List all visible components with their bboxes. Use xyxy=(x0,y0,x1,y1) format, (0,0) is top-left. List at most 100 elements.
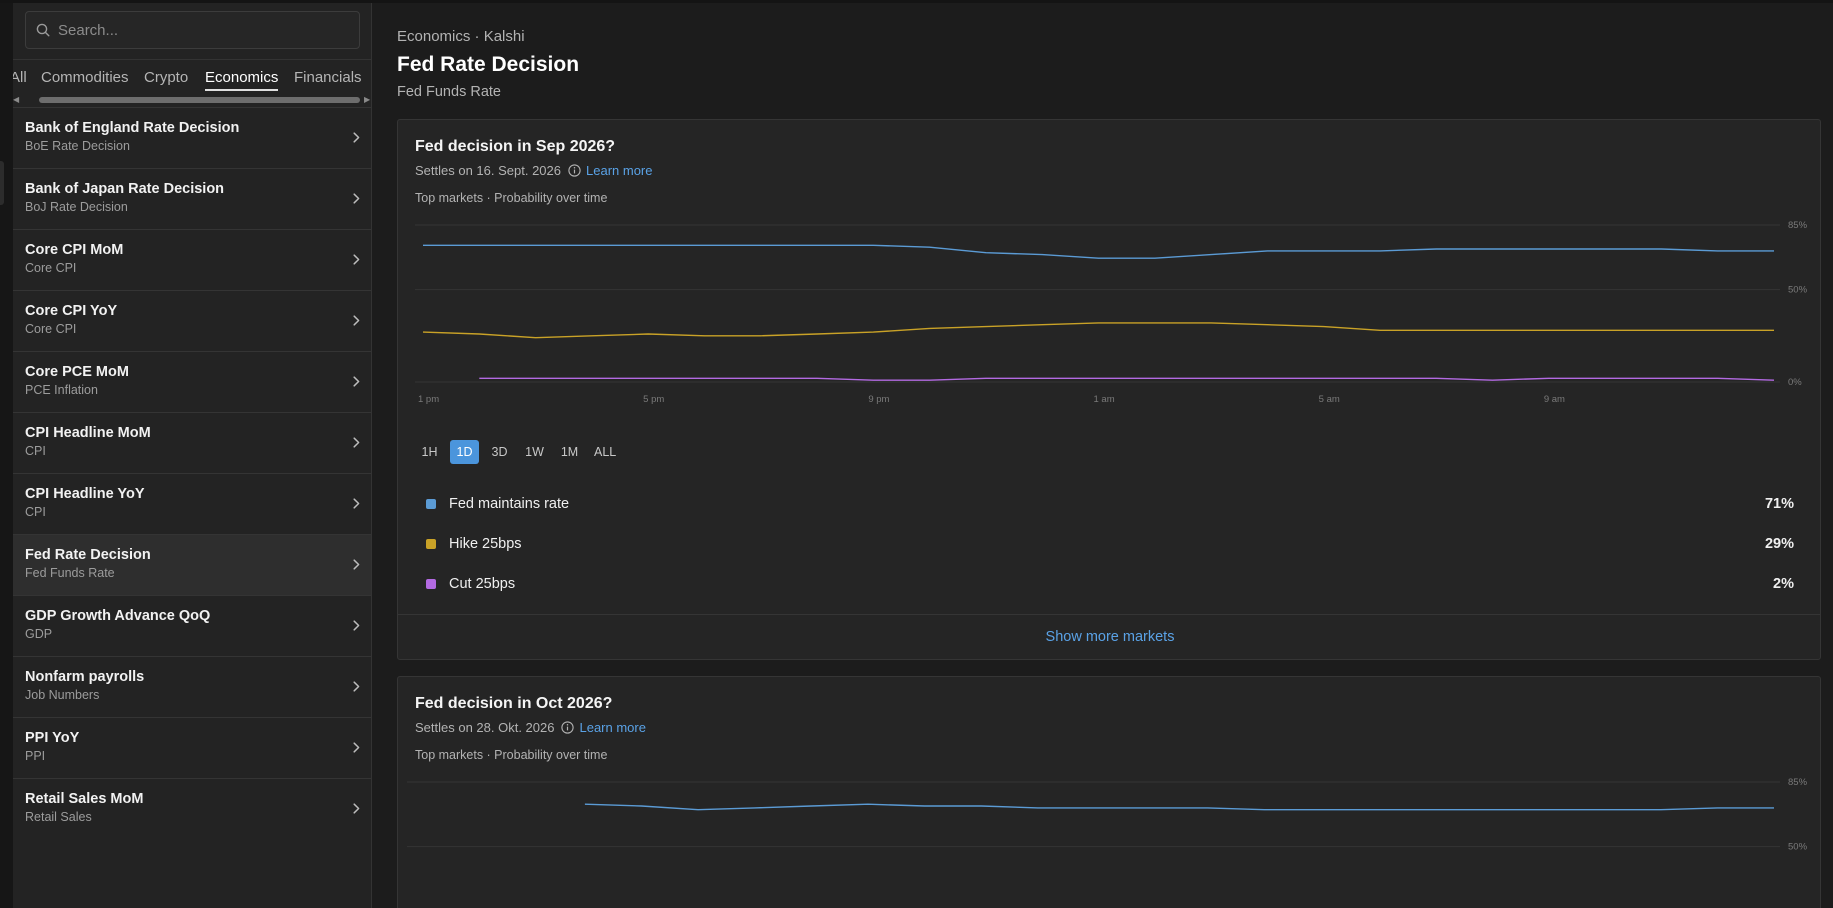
range-tab-1d[interactable]: 1D xyxy=(450,440,479,464)
event-item[interactable]: GDP Growth Advance QoQ GDP xyxy=(13,595,371,656)
page-subtitle: Fed Funds Rate xyxy=(397,84,501,100)
search-input[interactable] xyxy=(58,21,348,39)
event-title: Bank of England Rate Decision xyxy=(25,120,240,136)
tab-all[interactable]: All xyxy=(13,69,27,86)
event-item[interactable]: PPI YoY PPI xyxy=(13,717,371,778)
x-tick-label: 5 am xyxy=(1319,394,1340,405)
sidebar: All Commodities Crypto Economics Financi… xyxy=(13,3,372,908)
event-item[interactable]: Bank of Japan Rate Decision BoJ Rate Deci… xyxy=(13,168,371,229)
event-title: Core CPI MoM xyxy=(25,242,124,258)
event-subtitle: GDP xyxy=(25,627,53,641)
search-icon xyxy=(36,23,50,37)
y-tick-label: 50% xyxy=(1788,285,1808,296)
page-title: Fed Rate Decision xyxy=(397,53,580,76)
tab-financials[interactable]: Financials xyxy=(294,69,362,86)
scroll-left-arrow-icon[interactable]: ◀ xyxy=(13,96,19,104)
tab-economics[interactable]: Economics xyxy=(205,69,279,91)
event-subtitle: Core CPI xyxy=(25,322,77,336)
event-subtitle: BoJ Rate Decision xyxy=(25,200,128,214)
event-title: Nonfarm payrolls xyxy=(25,669,145,685)
chevron-right-icon xyxy=(353,315,360,326)
event-item[interactable]: Core CPI YoY Core CPI xyxy=(13,290,371,351)
event-title: Core CPI YoY xyxy=(25,303,118,319)
y-tick-label: 85% xyxy=(1788,220,1808,231)
market-probability: 71% xyxy=(1764,496,1794,512)
scroll-right-arrow-icon[interactable]: ▶ xyxy=(364,96,370,104)
event-item[interactable]: Nonfarm payrolls Job Numbers xyxy=(13,656,371,717)
event-item[interactable]: Fed Rate Decision Fed Funds Rate xyxy=(13,534,371,595)
x-tick-label: 1 am xyxy=(1094,394,1115,405)
event-subtitle: PPI xyxy=(25,749,46,763)
event-title: Core PCE MoM xyxy=(25,364,129,380)
search-box[interactable] xyxy=(25,11,360,49)
market-row-cut-25bps[interactable]: Cut 25bps 2% xyxy=(426,573,1794,595)
event-subtitle: Retail Sales xyxy=(25,810,92,824)
event-item[interactable]: Core CPI MoM Core CPI xyxy=(13,229,371,290)
y-tick-label: 0% xyxy=(1788,377,1802,388)
category-tabs: All Commodities Crypto Economics Financi… xyxy=(13,59,371,99)
market-name: Fed maintains rate xyxy=(449,496,570,512)
range-tab-3d[interactable]: 3D xyxy=(485,440,514,464)
chevron-right-icon xyxy=(353,803,360,814)
market-color-swatch xyxy=(426,579,436,589)
event-subtitle: CPI xyxy=(25,444,46,458)
event-subtitle: Core CPI xyxy=(25,261,77,275)
range-tab-1h[interactable]: 1H xyxy=(415,440,444,464)
x-tick-label: 1 pm xyxy=(418,394,439,405)
event-title: CPI Headline MoM xyxy=(25,425,151,441)
range-tab-1m[interactable]: 1M xyxy=(555,440,584,464)
market-card-sep-2026: Fed decision in Sep 2026? Settles on 16.… xyxy=(397,119,1821,660)
y-tick-label: 85% xyxy=(1788,777,1808,788)
chevron-right-icon xyxy=(353,742,360,753)
event-item[interactable]: Retail Sales MoM Retail Sales xyxy=(13,778,371,839)
event-subtitle: BoE Rate Decision xyxy=(25,139,130,153)
market-probability: 29% xyxy=(1764,536,1794,552)
tab-crypto[interactable]: Crypto xyxy=(144,69,188,86)
market-row-fed-maintains[interactable]: Fed maintains rate 71% xyxy=(426,493,1794,515)
event-subtitle: Job Numbers xyxy=(25,688,100,702)
series-line-1 xyxy=(422,322,1774,339)
market-name: Hike 25bps xyxy=(449,536,522,552)
scrollbar-thumb[interactable] xyxy=(39,97,360,103)
event-item[interactable]: CPI Headline YoY CPI xyxy=(13,473,371,534)
series-line-2 xyxy=(479,377,1775,381)
category-tabs-scrollbar[interactable]: ◀ ▶ xyxy=(13,96,371,104)
tab-commodities[interactable]: Commodities xyxy=(41,69,129,86)
event-item[interactable]: Core PCE MoM PCE Inflation xyxy=(13,351,371,412)
time-range-tabs: 1H 1D 3D 1W 1M ALL xyxy=(415,440,620,464)
chevron-right-icon xyxy=(353,437,360,448)
event-title: Fed Rate Decision xyxy=(25,547,151,563)
chevron-right-icon xyxy=(353,559,360,570)
market-color-swatch xyxy=(426,499,436,509)
event-title: GDP Growth Advance QoQ xyxy=(25,608,211,624)
chevron-right-icon xyxy=(353,193,360,204)
left-rail xyxy=(0,3,13,908)
event-subtitle: Fed Funds Rate xyxy=(25,566,115,580)
event-title: Bank of Japan Rate Decision xyxy=(25,181,225,197)
show-more-markets-button[interactable]: Show more markets xyxy=(398,614,1820,659)
event-title: Retail Sales MoM xyxy=(25,791,144,807)
probability-chart-sep[interactable]: 85% 50% 0% 1 pm 5 pm 9 pm 1 am 5 am 9 am xyxy=(398,120,1821,420)
event-title: PPI YoY xyxy=(25,730,80,746)
market-name: Cut 25bps xyxy=(449,576,516,592)
event-item[interactable]: CPI Headline MoM CPI xyxy=(13,412,371,473)
market-color-swatch xyxy=(426,539,436,549)
chevron-right-icon xyxy=(353,498,360,509)
market-card-oct-2026: Fed decision in Oct 2026? Settles on 28.… xyxy=(397,676,1821,908)
rail-handle[interactable] xyxy=(0,161,4,205)
chevron-right-icon xyxy=(353,620,360,631)
breadcrumb: Economics · Kalshi xyxy=(397,28,525,45)
x-tick-label: 9 pm xyxy=(868,394,889,405)
series-line-0 xyxy=(584,803,1774,811)
market-probability: 2% xyxy=(1773,576,1794,592)
probability-chart-oct[interactable]: 85% 50% xyxy=(398,677,1821,908)
y-tick-label: 50% xyxy=(1788,842,1808,853)
event-subtitle: CPI xyxy=(25,505,46,519)
chevron-right-icon xyxy=(353,681,360,692)
event-item[interactable]: Bank of England Rate Decision BoE Rate De… xyxy=(13,107,371,168)
market-row-hike-25bps[interactable]: Hike 25bps 29% xyxy=(426,533,1794,555)
chevron-right-icon xyxy=(353,376,360,387)
event-subtitle: PCE Inflation xyxy=(25,383,98,397)
range-tab-all[interactable]: ALL xyxy=(590,440,620,464)
range-tab-1w[interactable]: 1W xyxy=(520,440,549,464)
